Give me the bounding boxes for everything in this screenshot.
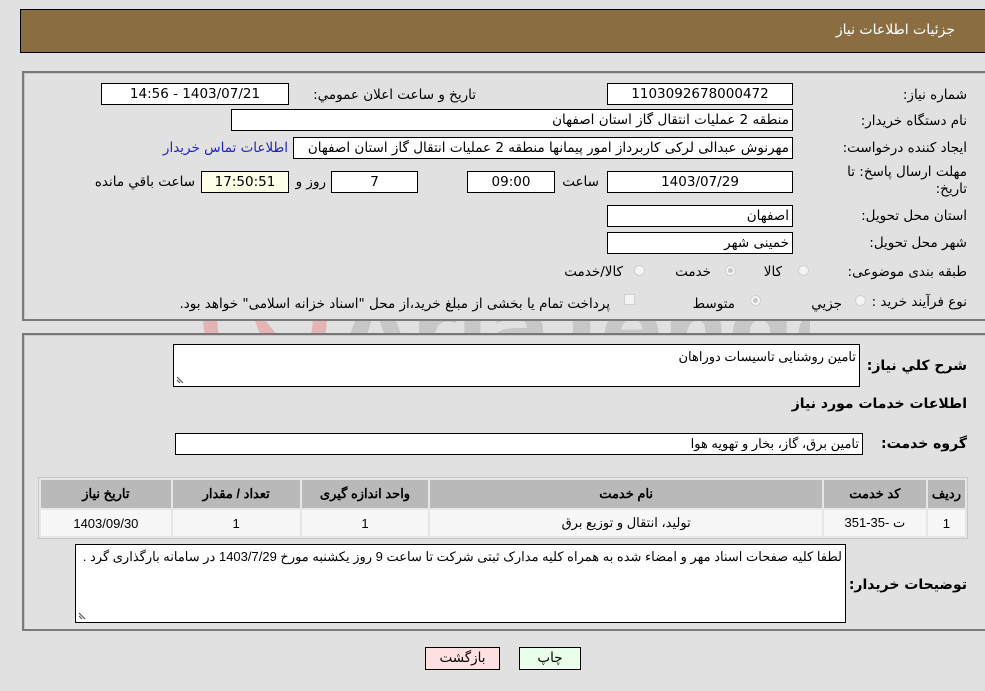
- table-row: 1 ت -35-351 تولید، انتقال و توزیع برق 1 …: [41, 510, 965, 536]
- requester-field: مهرنوش عبدالی لرکی کاربرداز امور پیمانها…: [293, 137, 793, 159]
- deadline-label: مهلت ارسال پاسخ: تا تاریخ:: [847, 164, 967, 197]
- buyer-notes-text: لطفا کلیه صفحات اسناد مهر و امضاء شده به…: [82, 549, 842, 564]
- description-textarea[interactable]: تامین روشنایی تاسیسات دوراهان: [173, 344, 860, 387]
- days-label: روز و: [295, 174, 326, 190]
- need-number-field: 1103092678000472: [607, 83, 793, 105]
- buyer-notes-textarea[interactable]: لطفا کلیه صفحات اسناد مهر و امضاء شده به…: [75, 544, 846, 623]
- cell-service-code: ت -35-351: [823, 510, 926, 536]
- print-button[interactable]: چاپ: [519, 647, 581, 670]
- treasury-checkbox[interactable]: [624, 294, 635, 305]
- deadline-time-field: 09:00: [467, 171, 555, 193]
- page-header: جزئیات اطلاعات نیاز: [20, 9, 985, 53]
- resize-grip-icon[interactable]: [78, 610, 88, 620]
- col-header-service-name: نام خدمت: [430, 480, 822, 508]
- cell-unit: 1: [301, 510, 429, 536]
- purchase-radio-minor[interactable]: [855, 295, 866, 306]
- category-radio-goods-service[interactable]: [634, 265, 645, 276]
- need-number-label: شماره نیاز:: [902, 87, 967, 103]
- cell-need-date: 1403/09/30: [41, 510, 171, 536]
- col-header-quantity: تعداد / مقدار: [172, 480, 300, 508]
- cell-row-number: 1: [927, 510, 965, 536]
- delivery-province-label: استان محل تحویل:: [861, 208, 967, 224]
- purchase-option-medium: متوسط: [692, 296, 735, 312]
- category-option-service: خدمت: [675, 264, 711, 280]
- buyer-org-field: منطقه 2 عملیات انتقال گاز استان اصفهان: [231, 109, 793, 131]
- category-option-goods: کالا: [763, 264, 782, 280]
- service-group-label: گروه خدمت:: [881, 436, 967, 452]
- buyer-contact-link[interactable]: اطلاعات تماس خریدار: [163, 140, 288, 156]
- service-group-field: تامین برق، گاز، بخار و تهویه هوا: [175, 433, 863, 455]
- remaining-time-field: 17:50:51: [201, 171, 289, 193]
- cell-quantity: 1: [172, 510, 300, 536]
- category-label: طبقه بندی موضوعی:: [847, 264, 967, 280]
- buyer-org-label: نام دستگاه خریدار:: [860, 113, 967, 129]
- delivery-city-field: خمینی شهر: [607, 232, 793, 254]
- table-header-row: رديف كد خدمت نام خدمت واحد اندازه گيری ت…: [41, 480, 965, 508]
- purchase-type-label: نوع فرآیند خرید :: [871, 294, 967, 310]
- purchase-radio-medium[interactable]: [750, 295, 761, 306]
- description-label: شرح كلي نياز:: [866, 358, 967, 374]
- col-header-unit: واحد اندازه گيری: [301, 480, 429, 508]
- resize-grip-icon[interactable]: [176, 374, 186, 384]
- page-title: جزئیات اطلاعات نیاز: [835, 22, 955, 38]
- remaining-time-label: ساعت باقي مانده: [94, 174, 195, 190]
- deadline-date-field: 1403/07/29: [607, 171, 793, 193]
- col-header-service-code: كد خدمت: [823, 480, 926, 508]
- deadline-time-label: ساعت: [562, 174, 599, 190]
- col-header-need-date: تاريخ نياز: [41, 480, 171, 508]
- category-radio-service[interactable]: [725, 265, 736, 276]
- delivery-province-field: اصفهان: [607, 205, 793, 227]
- purchase-option-minor: جزيي: [811, 296, 842, 312]
- category-radio-goods[interactable]: [798, 265, 809, 276]
- treasury-note: پرداخت تمام یا بخشی از مبلغ خرید،از محل …: [179, 296, 610, 312]
- remaining-days-field: 7: [331, 171, 418, 193]
- delivery-city-label: شهر محل تحویل:: [869, 235, 967, 251]
- category-option-goods-service: کالا/خدمت: [564, 264, 623, 280]
- col-header-row-number: رديف: [927, 480, 965, 508]
- description-text: تامین روشنایی تاسیسات دوراهان: [678, 349, 857, 364]
- back-button[interactable]: بازگشت: [425, 647, 500, 670]
- announce-datetime-field: 1403/07/21 - 14:56: [101, 83, 289, 105]
- requester-label: ایجاد کننده درخواست:: [842, 140, 967, 156]
- services-section-title: اطلاعات خدمات مورد نياز: [791, 396, 967, 412]
- cell-service-name: تولید، انتقال و توزیع برق: [430, 510, 822, 536]
- services-table: رديف كد خدمت نام خدمت واحد اندازه گيری ت…: [38, 477, 968, 539]
- announce-datetime-label: تاریخ و ساعت اعلان عمومي:: [313, 87, 476, 103]
- buyer-notes-label: توضیحات خریدار:: [848, 577, 967, 593]
